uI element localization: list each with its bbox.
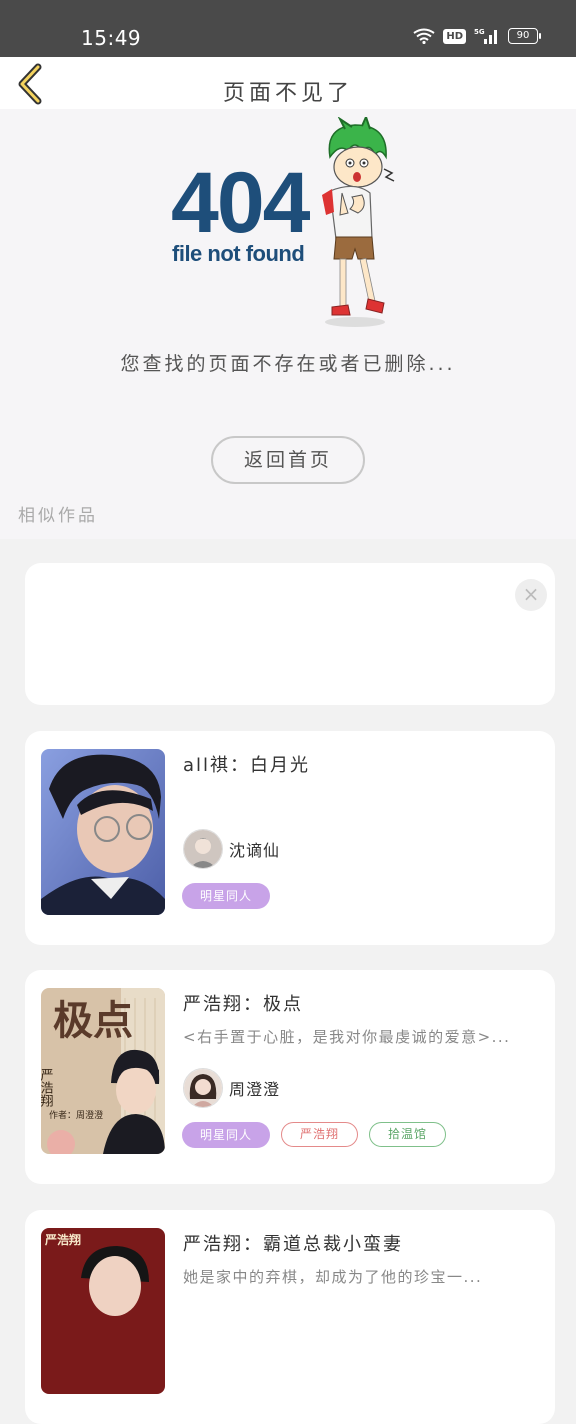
close-icon[interactable]: × <box>515 579 547 611</box>
work-description: 她是家中的弃棋，却成为了他的珍宝一... <box>183 1268 483 1286</box>
work-cover-image <box>41 749 165 915</box>
avatar <box>183 829 223 869</box>
author-name: 沈谪仙 <box>229 841 281 860</box>
work-card[interactable]: all祺：白月光 沈谪仙 明星同人 <box>25 731 555 945</box>
return-home-button[interactable]: 返回首页 <box>211 436 365 484</box>
author-name: 周澄澄 <box>229 1080 281 1099</box>
cover-side-text: 严浩翔 <box>44 1232 81 1247</box>
battery-icon: 90 <box>508 28 541 44</box>
tag-list: 明星同人 严浩翔 拾温馆 <box>182 1122 447 1148</box>
tag[interactable]: 严浩翔 <box>281 1122 359 1147</box>
not-found-message: 您查找的页面不存在或者已删除... <box>120 353 456 375</box>
work-title: 严浩翔：霸道总裁小蛮妻 <box>183 1234 403 1255</box>
work-cover-image: 极点 严浩翔 作者：周澄澄 <box>41 988 165 1154</box>
error-subtitle: file not found <box>172 241 305 266</box>
work-title: all祺：白月光 <box>183 755 311 776</box>
cover-title-text: 极点 <box>53 997 133 1044</box>
wifi-icon <box>413 28 435 44</box>
not-found-section: 404 file not found 您查找的页面不存在或者已删除... 返回首… <box>0 109 576 539</box>
svg-text:5G: 5G <box>474 28 485 36</box>
tag[interactable]: 拾温馆 <box>369 1122 447 1147</box>
avatar <box>183 1068 223 1108</box>
work-description: <右手置于心脏，是我对你最虔诚的爱意>... <box>183 1028 511 1046</box>
status-bar: 15:49 HD 5G 90 <box>0 0 576 57</box>
cartoon-character-illustration <box>322 117 395 327</box>
work-cover-image: 严浩翔 <box>41 1228 165 1394</box>
hd-badge: HD <box>443 28 466 44</box>
error-code: 404 <box>171 155 310 251</box>
cover-side-text: 严浩翔 <box>41 1068 53 1107</box>
work-title: 严浩翔：极点 <box>183 994 303 1015</box>
cover-author-text: 作者：周澄澄 <box>49 1109 103 1121</box>
author-info[interactable]: 沈谪仙 <box>183 829 280 869</box>
work-card[interactable]: 严浩翔 严浩翔：霸道总裁小蛮妻 她是家中的弃棋，却成为了他的珍宝一... <box>25 1210 555 1424</box>
tag[interactable]: 明星同人 <box>182 883 271 909</box>
page-title: 页面不见了 <box>222 81 353 106</box>
status-time: 15:49 <box>81 26 142 50</box>
signal-icon: 5G <box>474 27 500 45</box>
tag-list: 明星同人 <box>182 883 271 909</box>
similar-works-label: 相似作品 <box>18 506 98 526</box>
top-nav-bar: 页面不见了 <box>0 57 576 109</box>
status-icons: HD 5G 90 <box>413 27 541 45</box>
tag[interactable]: 明星同人 <box>182 1122 271 1148</box>
work-card[interactable]: 极点 严浩翔 作者：周澄澄 严浩翔：极点 <右手置于心脏，是我对你最虔诚的爱意>… <box>25 970 555 1184</box>
ad-card: × <box>25 563 555 705</box>
author-info[interactable]: 周澄澄 <box>183 1068 280 1108</box>
